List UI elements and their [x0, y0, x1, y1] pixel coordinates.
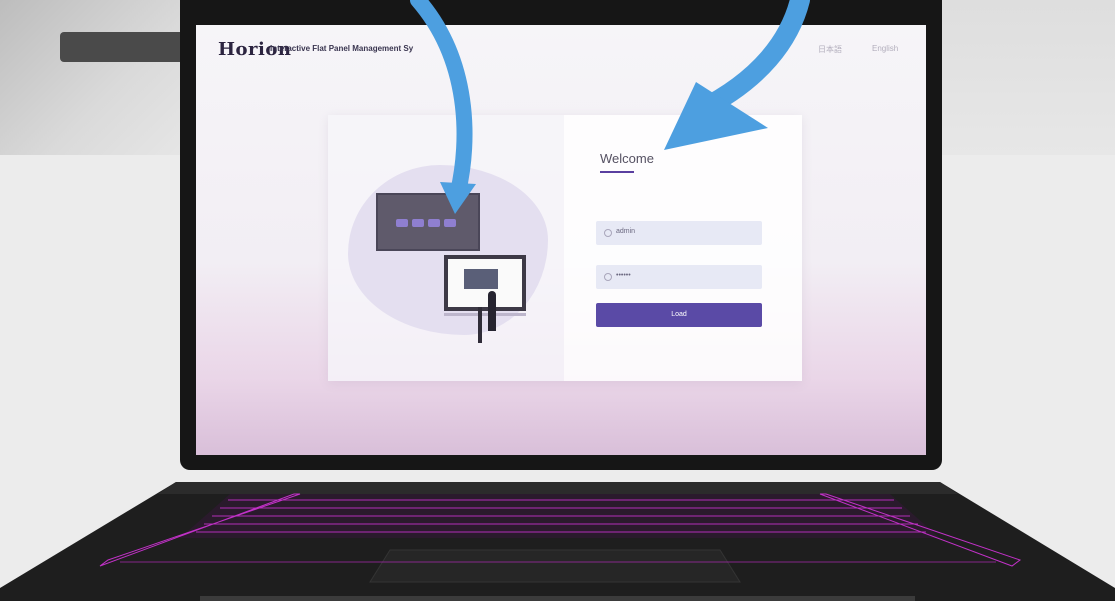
callout-arrow-right — [690, 0, 810, 120]
arrowhead-left — [440, 182, 476, 214]
trackpad — [369, 549, 741, 583]
laptop-base — [0, 482, 1115, 601]
callout-arrow-left — [410, 0, 473, 200]
front-edge — [200, 596, 915, 601]
hinge — [158, 482, 958, 494]
